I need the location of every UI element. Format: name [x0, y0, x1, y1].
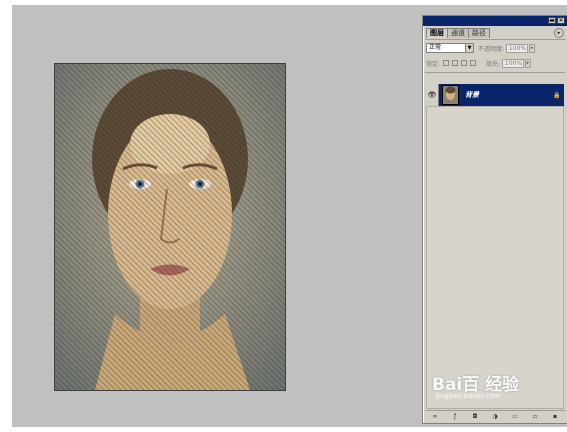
canvas-document[interactable] [54, 63, 286, 391]
folder-icon[interactable]: ▭ [510, 413, 520, 420]
panel-bottom-toolbar: ∞ ƒ ◘ ◑ ▭ ▫ ▪ [425, 410, 565, 421]
tab-paths[interactable]: 路径 [468, 28, 490, 38]
layer-row-background[interactable]: 👁 背景 🔒 [426, 84, 564, 106]
mask-icon[interactable]: ◘ [470, 413, 480, 420]
panel-tabs: 图层 通道 路径 [426, 28, 490, 38]
link-icon[interactable]: ∞ [430, 413, 440, 420]
divider [425, 72, 565, 73]
tab-layers[interactable]: 图层 [426, 28, 448, 38]
layer-thumbnail [442, 85, 459, 105]
chevron-down-icon: ▼ [465, 44, 473, 52]
opacity-label: 不透明度: [478, 45, 505, 53]
lock-icon: 🔒 [553, 91, 561, 99]
lock-label: 锁定: [426, 60, 441, 68]
close-icon[interactable]: ✕ [557, 17, 565, 24]
lock-all-icon[interactable] [470, 60, 477, 66]
lock-move-icon[interactable] [461, 60, 468, 66]
lock-options [443, 60, 477, 66]
opacity-field[interactable]: 100% [506, 43, 529, 53]
panel-titlebar[interactable]: ▬ ✕ [423, 16, 567, 26]
new-layer-icon[interactable]: ▫ [530, 413, 540, 420]
fx-icon[interactable]: ƒ [450, 413, 460, 420]
fill-field[interactable]: 100% [502, 58, 525, 68]
fill-label: 填充: [486, 60, 501, 68]
photoshop-workspace: ▬ ✕ 图层 通道 路径 ▸ 正常 ▼ 不透明度: 100% ▸ 锁定: 填充:… [12, 5, 567, 427]
panel-menu-icon[interactable]: ▸ [554, 28, 564, 38]
layer-name[interactable]: 背景 [465, 90, 553, 100]
tab-channels[interactable]: 通道 [447, 28, 469, 38]
divider [425, 39, 565, 40]
lock-transparent-icon[interactable] [443, 60, 450, 66]
lock-paint-icon[interactable] [452, 60, 459, 66]
layers-panel: ▬ ✕ 图层 通道 路径 ▸ 正常 ▼ 不透明度: 100% ▸ 锁定: 填充:… [422, 15, 567, 424]
eye-icon[interactable]: 👁 [426, 84, 439, 106]
portrait-image [55, 64, 285, 390]
opacity-slider-arrow-icon[interactable]: ▸ [529, 43, 536, 53]
blend-opacity-row: 正常 ▼ 不透明度: 100% ▸ [426, 42, 564, 54]
lock-fill-row: 锁定: 填充: 100% ▸ [426, 57, 564, 69]
watermark-url: jingyan.baidu.com [436, 392, 501, 400]
trash-icon[interactable]: ▪ [550, 413, 560, 420]
minimize-icon[interactable]: ▬ [548, 17, 556, 24]
blend-mode-value: 正常 [429, 44, 442, 51]
adjustment-icon[interactable]: ◑ [490, 413, 500, 420]
blend-mode-select[interactable]: 正常 ▼ [426, 43, 474, 53]
layers-list [426, 106, 564, 409]
fill-slider-arrow-icon[interactable]: ▸ [525, 58, 532, 68]
